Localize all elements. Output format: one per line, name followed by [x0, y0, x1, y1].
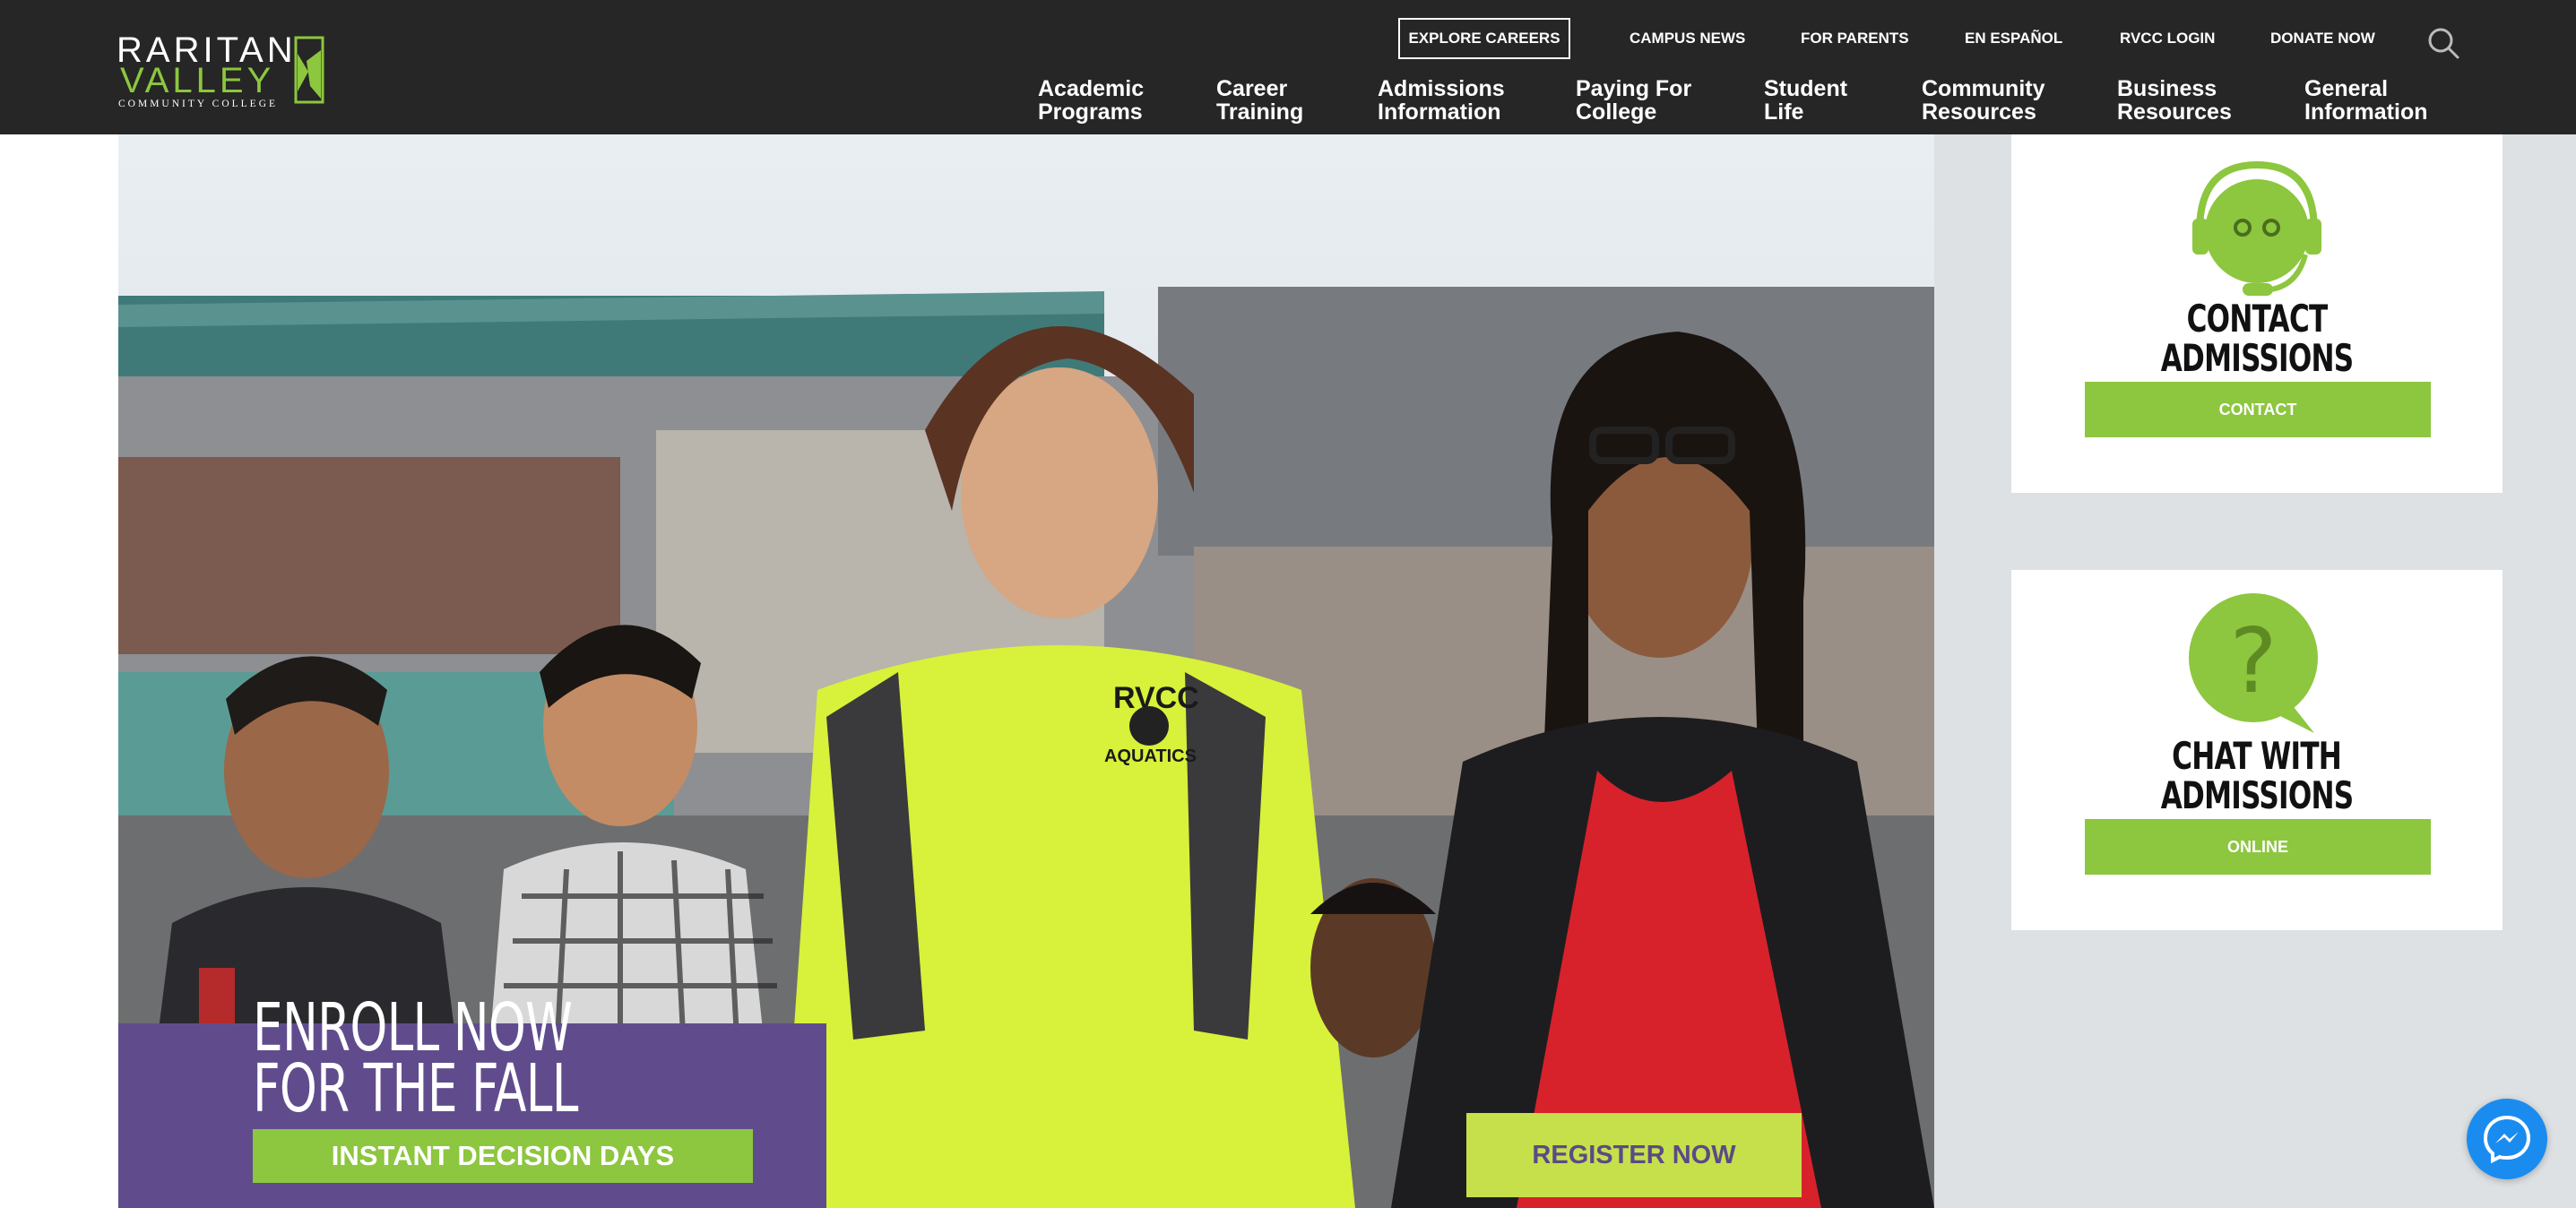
nav-label-line1: Student	[1764, 76, 1848, 101]
enroll-headline-line2: FOR THE FALL	[253, 1050, 578, 1127]
nav-label-line2: Information	[2304, 99, 2428, 125]
nav-career-training[interactable]: Career Training	[1216, 77, 1303, 124]
headset-robot-icon	[2192, 160, 2321, 296]
campus-news-link[interactable]: CAMPUS NEWS	[1629, 18, 1745, 59]
instant-decision-days-button[interactable]: INSTANT DECISION DAYS	[253, 1129, 753, 1183]
rvcc-logo[interactable]: RARITAN VALLEY COMMUNITY COLLEGE	[117, 32, 332, 113]
nav-community-resources[interactable]: Community Resources	[1922, 77, 2045, 124]
nav-label-line2: Resources	[1922, 99, 2036, 125]
site-header: RARITAN VALLEY COMMUNITY COLLEGE EXPLORE…	[0, 0, 2576, 134]
for-parents-link[interactable]: FOR PARENTS	[1801, 18, 1909, 59]
logo-line-2: VALLEY	[120, 61, 275, 100]
hero-banner: RVCC AQUATICS ENROLL NOW FOR THE FALL IN…	[118, 134, 1934, 1208]
nav-label-line1: Business	[2117, 76, 2217, 101]
rvcc-login-link[interactable]: RVCC LOGIN	[2120, 18, 2215, 59]
nav-academic-programs[interactable]: Academic Programs	[1038, 77, 1144, 124]
nav-label-line2: Resources	[2117, 99, 2232, 125]
explore-careers-button[interactable]: EXPLORE CAREERS	[1398, 18, 1570, 59]
svg-text:?: ?	[2229, 608, 2277, 713]
nav-label-line1: Academic	[1038, 76, 1145, 101]
contact-admissions-card: CONTACT ADMISSIONS CONTACT	[2011, 134, 2503, 493]
nav-student-life[interactable]: Student Life	[1764, 77, 1847, 124]
question-bubble-icon: ?	[2189, 593, 2318, 733]
chat-card-title-line1: CHAT WITH	[2172, 734, 2343, 778]
nav-label-line1: Community	[1922, 76, 2045, 101]
nav-label-line2: College	[1576, 99, 1657, 125]
en-espanol-link[interactable]: EN ESPAÑOL	[1965, 18, 2062, 59]
messenger-icon	[2483, 1115, 2531, 1164]
search-icon[interactable]	[2425, 25, 2461, 61]
logo-mark-icon	[294, 36, 324, 104]
donate-now-link[interactable]: DONATE NOW	[2270, 18, 2375, 59]
contact-card-title-line1: CONTACT	[2186, 297, 2329, 341]
logo-line-3: COMMUNITY COLLEGE	[118, 99, 279, 109]
contact-button[interactable]: CONTACT	[2085, 382, 2431, 437]
nav-general-information[interactable]: General Information	[2304, 77, 2428, 124]
nav-label-line2: Life	[1764, 99, 1804, 125]
online-chat-button[interactable]: ONLINE	[2085, 819, 2431, 875]
nav-label-line2: Training	[1216, 99, 1304, 125]
chat-card-title-line2: ADMISSIONS	[2160, 773, 2354, 817]
nav-label-line2: Programs	[1038, 99, 1143, 125]
nav-label-line1: Paying For	[1576, 76, 1692, 101]
nav-label-line1: Career	[1216, 76, 1288, 101]
contact-card-title-line2: ADMISSIONS	[2160, 336, 2354, 380]
nav-label-line1: General	[2304, 76, 2389, 101]
chat-admissions-card: ? CHAT WITH ADMISSIONS ONLINE	[2011, 570, 2503, 930]
shirt-text-aquatics: AQUATICS	[1104, 746, 1197, 766]
nav-label-line2: Information	[1378, 99, 1501, 125]
messenger-chat-button[interactable]	[2467, 1099, 2547, 1179]
nav-paying-for-college[interactable]: Paying For College	[1576, 77, 1691, 124]
nav-label-line1: Admissions	[1378, 76, 1505, 101]
nav-business-resources[interactable]: Business Resources	[2117, 77, 2232, 124]
nav-admissions-information[interactable]: Admissions Information	[1378, 77, 1505, 124]
register-now-button[interactable]: REGISTER NOW	[1466, 1113, 1802, 1197]
